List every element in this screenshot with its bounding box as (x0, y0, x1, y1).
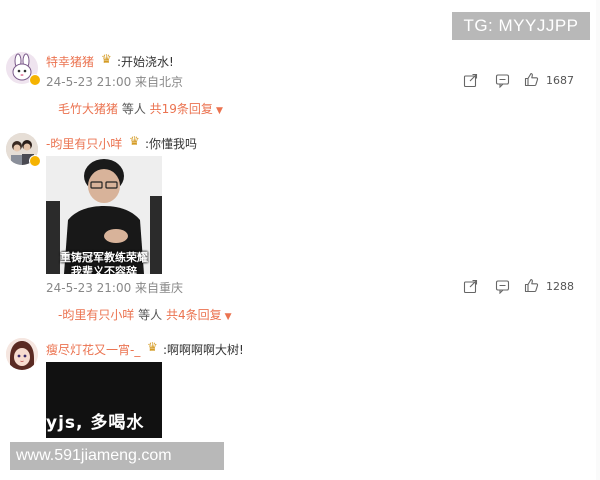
image-caption: yjs, 多喝水 (46, 413, 145, 433)
comment-icon[interactable] (495, 279, 510, 294)
share-icon[interactable] (463, 73, 478, 88)
like-icon[interactable] (524, 278, 539, 293)
reply-username[interactable]: 毛竹大猪猪 (58, 102, 118, 116)
share-icon[interactable] (463, 279, 478, 294)
comment-image[interactable]: 重铸冠军教练荣耀 我辈义不容辞 (46, 156, 162, 274)
anime-avatar-icon (6, 338, 38, 370)
reply-count-link[interactable]: 共4条回复 (166, 308, 222, 322)
comment-text: :啊啊啊啊大树! (163, 343, 244, 357)
comment-image[interactable]: yjs, 多喝水 (46, 362, 162, 438)
chevron-down-icon: ▼ (224, 312, 232, 322)
like-count: 1687 (546, 74, 574, 87)
comment-meta: 24-5-23 21:00 来自北京 (46, 75, 184, 89)
image-caption-line-2: 我辈义不容辞 (71, 265, 137, 274)
crown-icon: ♛ (101, 52, 112, 66)
verified-badge (29, 155, 41, 167)
reply-summary[interactable]: 毛竹大猪猪 等人 共19条回复 ▼ (58, 100, 223, 117)
comment-text: :你懂我吗 (145, 137, 198, 151)
username[interactable]: 特幸猪猪 (46, 53, 94, 70)
reply-username[interactable]: -昀里有只小咩 (58, 308, 134, 322)
comment-meta: 24-5-23 21:00 来自重庆 (46, 281, 184, 295)
reply-count-link[interactable]: 共19条回复 (150, 102, 213, 116)
comment-text: :开始浇水! (117, 55, 174, 69)
comment-icon[interactable] (495, 73, 510, 88)
like-icon[interactable] (524, 72, 539, 87)
chevron-down-icon: ▼ (215, 106, 223, 116)
verified-badge (29, 74, 41, 86)
watermark-bottom: www.591jiameng.com (10, 442, 224, 470)
reply-mid-text: 等人 (118, 102, 150, 116)
username[interactable]: 瘦尽灯花又一宵-_ (46, 341, 140, 358)
username[interactable]: -昀里有只小咩 (46, 135, 122, 152)
like-count: 1288 (546, 280, 574, 293)
reply-mid-text: 等人 (134, 308, 166, 322)
avatar[interactable] (6, 338, 38, 370)
crown-icon: ♛ (129, 134, 140, 148)
watermark-top: TG: MYYJJPP (452, 12, 590, 40)
crown-icon: ♛ (147, 340, 158, 354)
reply-summary[interactable]: -昀里有只小咩 等人 共4条回复 ▼ (58, 306, 232, 323)
page-edge (596, 0, 600, 480)
